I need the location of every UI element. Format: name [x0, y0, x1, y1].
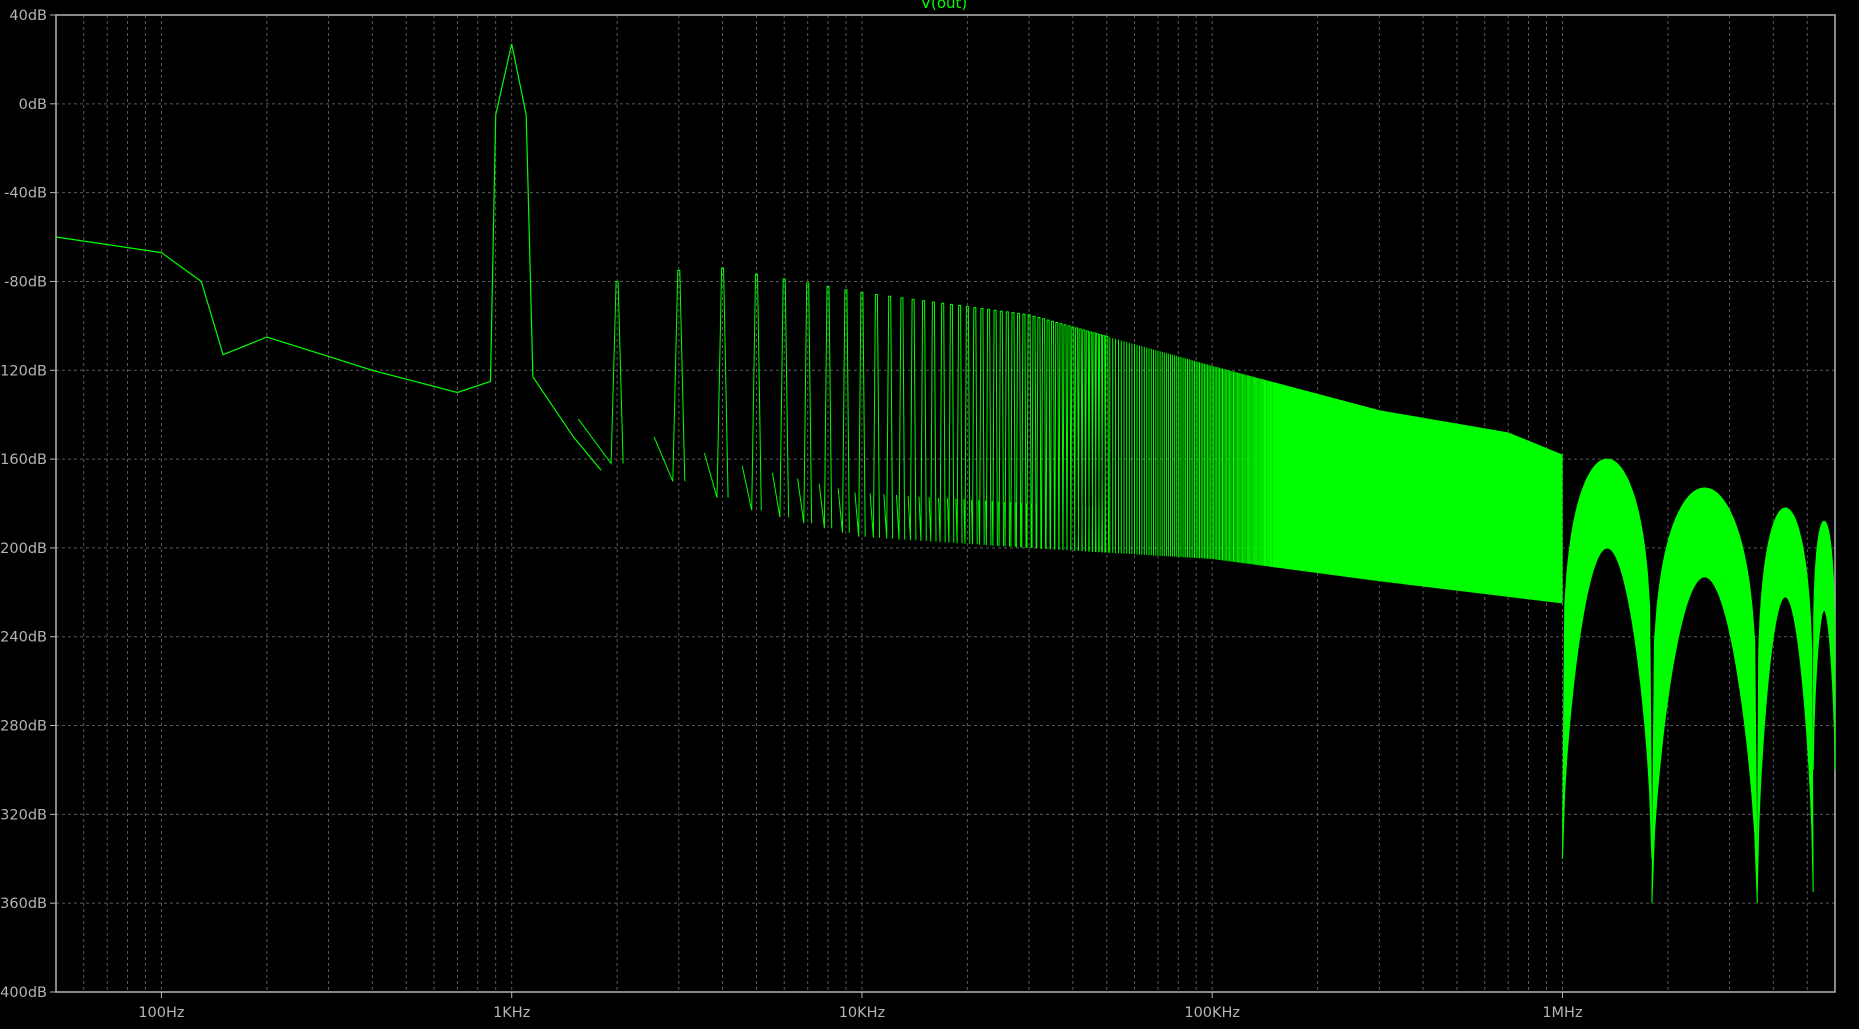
y-tick-label: -280dB	[0, 719, 47, 735]
trace-harmonics	[577, 267, 1563, 604]
y-tick-label: 0dB	[19, 97, 47, 113]
x-tick-label: 100Hz	[138, 1005, 184, 1021]
x-tick-label: 100KHz	[1184, 1005, 1240, 1021]
y-tick-label: -360dB	[0, 896, 47, 912]
x-tick-label: 1MHz	[1542, 1005, 1582, 1021]
trace-hf-lobe	[1561, 458, 1653, 859]
y-tick-label: -120dB	[0, 363, 47, 379]
grid	[55, 15, 1836, 992]
x-tick-label: 1KHz	[493, 1005, 530, 1021]
x-axis-ticks: 100Hz 1KHz 10KHz 100KHz 1MHz	[138, 992, 1583, 1021]
plot-area: 100Hz 1KHz 10KHz 100KHz 1MHz 40dB 0dB -40dB -80…	[0, 0, 1836, 1021]
series-v-out	[55, 43, 1836, 904]
y-tick-label: -320dB	[0, 807, 47, 823]
trace-hf-lobe	[1756, 507, 1814, 893]
y-tick-label: -80dB	[4, 274, 47, 290]
y-tick-label: 40dB	[9, 8, 47, 24]
y-tick-label: -160dB	[0, 452, 47, 468]
plot-frame	[55, 14, 1836, 993]
y-tick-label: -240dB	[0, 630, 47, 646]
chart-title[interactable]: V(out)	[921, 0, 968, 12]
trace-hf-lobe	[1812, 520, 1836, 771]
trace-hf-lobe	[1651, 487, 1758, 904]
y-tick-label: -200dB	[0, 541, 47, 557]
y-tick-label: -400dB	[0, 985, 47, 1001]
y-axis-ticks: 40dB 0dB -40dB -80dB -120dB -160dB -200dB -240d…	[0, 8, 56, 1001]
x-tick-label: 10KHz	[839, 1005, 885, 1021]
y-tick-label: -40dB	[4, 186, 47, 202]
